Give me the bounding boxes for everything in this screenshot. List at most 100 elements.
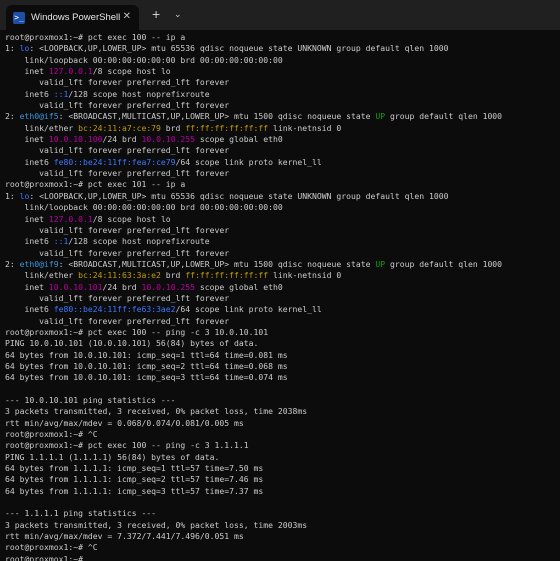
terminal-text: UP <box>375 258 386 269</box>
terminal-line: 3 packets transmitted, 3 received, 0% pa… <box>5 520 560 531</box>
terminal-text: valid_lft forever preferred_lft forever <box>5 224 230 235</box>
terminal-text: inet <box>5 213 49 224</box>
terminal-text: bc:24:11:63:3a:e2 <box>78 270 161 281</box>
terminal-text: PING 10.0.10.101 (10.0.10.101) 56(84) by… <box>5 338 259 349</box>
terminal-line: 2: eth0@if5: <BROADCAST,MULTICAST,UP,LOW… <box>5 111 560 122</box>
terminal-text: : <LOOPBACK,UP,LOWER_UP> mtu 65536 qdisc… <box>29 190 449 201</box>
terminal-text: fe80::be24:11ff:fea7:ce79 <box>53 156 176 167</box>
terminal-line: link/ether bc:24:11:a7:ce:79 brd ff:ff:f… <box>5 123 560 134</box>
terminal-text: bc:24:11:a7:ce:79 <box>78 122 161 133</box>
tab-windows-powershell[interactable]: >_ Windows PowerShell ✕ <box>6 5 139 30</box>
terminal-text: brd <box>160 122 186 133</box>
terminal-line: 64 bytes from 1.1.1.1: icmp_seq=1 ttl=57… <box>5 463 560 474</box>
terminal-line: valid_lft forever preferred_lft forever <box>5 100 560 111</box>
terminal-text: valid_lft forever preferred_lft forever <box>5 100 230 111</box>
terminal-line: inet 10.0.10.101/24 brd 10.0.10.255 scop… <box>5 282 560 293</box>
terminal-line: 64 bytes from 1.1.1.1: icmp_seq=2 ttl=57… <box>5 474 560 485</box>
terminal-text: rtt min/avg/max/mdev = 0.068/0.074/0.081… <box>5 417 244 428</box>
chevron-down-icon[interactable]: ⌄ <box>174 8 182 20</box>
terminal-text: root@proxmox1:~# pct exec 100 -- ip a <box>5 32 186 42</box>
terminal-text: root@proxmox1:~# pct exec 100 -- ping -c… <box>5 326 269 337</box>
terminal-text: link/ether <box>5 270 79 281</box>
terminal-text: scope global eth0 <box>195 281 283 292</box>
terminal-text: /64 scope link proto kernel_ll <box>175 304 322 315</box>
terminal-text: /128 scope host noprefixroute <box>68 236 210 247</box>
terminal-text: link/loopback 00:00:00:00:00:00 brd 00:0… <box>5 202 283 213</box>
terminal-line: valid_lft forever preferred_lft forever <box>5 168 560 179</box>
terminal-text: /24 brd <box>102 134 142 145</box>
terminal-line: 1: lo: <LOOPBACK,UP,LOWER_UP> mtu 65536 … <box>5 191 560 202</box>
terminal-text: /64 scope link proto kernel_ll <box>175 156 322 167</box>
terminal-text: --- 10.0.10.101 ping statistics --- <box>5 395 176 405</box>
terminal-text: ff:ff:ff:ff:ff:ff <box>185 122 269 133</box>
terminal-text: inet6 <box>5 88 54 99</box>
terminal-line: valid_lft forever preferred_lft forever <box>5 248 560 259</box>
terminal-line: inet 127.0.0.1/8 scope host lo <box>5 66 560 77</box>
terminal-line: 64 bytes from 1.1.1.1: icmp_seq=3 ttl=57… <box>5 486 560 497</box>
terminal-window: >_ Windows PowerShell ✕ + ⌄ root@proxmox… <box>0 0 560 561</box>
terminal-text: link-netnsid 0 <box>268 270 342 281</box>
terminal-line: PING 10.0.10.101 (10.0.10.101) 56(84) by… <box>5 338 560 349</box>
terminal-text: lo <box>19 43 30 54</box>
terminal-line: 3 packets transmitted, 3 received, 0% pa… <box>5 406 560 417</box>
title-bar: >_ Windows PowerShell ✕ + ⌄ <box>0 0 560 30</box>
terminal-text: 2: <box>5 258 20 269</box>
terminal-text: : <LOOPBACK,UP,LOWER_UP> mtu 65536 qdisc… <box>29 43 449 54</box>
terminal-text: root@proxmox1:~# ^C <box>5 542 98 553</box>
terminal-line: 1: lo: <LOOPBACK,UP,LOWER_UP> mtu 65536 … <box>5 43 560 54</box>
terminal-text: lo <box>19 190 30 201</box>
terminal-line: link/loopback 00:00:00:00:00:00 brd 00:0… <box>5 55 560 66</box>
terminal-text: /128 scope host noprefixroute <box>68 88 210 99</box>
terminal-text: inet6 <box>5 304 54 315</box>
terminal-text: 127.0.0.1 <box>48 66 93 77</box>
terminal-text: root@proxmox1:~# pct exec 101 -- ip a <box>5 179 186 190</box>
terminal-line: root@proxmox1:~# pct exec 100 -- ip a <box>5 32 560 43</box>
terminal-line: link/ether bc:24:11:63:3a:e2 brd ff:ff:f… <box>5 270 560 281</box>
terminal-line: root@proxmox1:~# <box>5 554 560 561</box>
terminal-line: inet 10.0.10.100/24 brd 10.0.10.255 scop… <box>5 134 560 145</box>
terminal-text: valid_lft forever preferred_lft forever <box>5 247 230 258</box>
terminal-text: rtt min/avg/max/mdev = 7.372/7.441/7.496… <box>5 531 244 542</box>
terminal-text: link/ether <box>5 122 79 133</box>
terminal-line: 2: eth0@if9: <BROADCAST,MULTICAST,UP,LOW… <box>5 259 560 270</box>
terminal-output[interactable]: root@proxmox1:~# pct exec 100 -- ip a 1: … <box>5 32 560 561</box>
terminal-text: ::1 <box>53 236 69 247</box>
terminal-text: /8 scope host lo <box>92 213 171 224</box>
terminal-line: root@proxmox1:~# pct exec 101 -- ip a <box>5 179 560 190</box>
terminal-line: inet6 ::1/128 scope host noprefixroute <box>5 89 560 100</box>
terminal-text: valid_lft forever preferred_lft forever <box>5 292 230 303</box>
terminal-line: valid_lft forever preferred_lft forever <box>5 77 560 88</box>
terminal-text: ff:ff:ff:ff:ff:ff <box>185 270 269 281</box>
terminal-text: 64 bytes from 10.0.10.101: icmp_seq=2 tt… <box>5 360 288 371</box>
terminal-text: valid_lft forever preferred_lft forever <box>5 77 230 88</box>
terminal-text: 3 packets transmitted, 3 received, 0% pa… <box>5 519 308 530</box>
terminal-line: root@proxmox1:~# ^C <box>5 429 560 440</box>
terminal-text: fe80::be24:11ff:fe63:3ae2 <box>53 304 176 315</box>
terminal-line: valid_lft forever preferred_lft forever <box>5 316 560 327</box>
terminal-text: UP <box>375 111 386 122</box>
terminal-text: 10.0.10.255 <box>141 281 196 292</box>
terminal-text: link-netnsid 0 <box>268 122 342 133</box>
terminal-text: inet <box>5 281 49 292</box>
terminal-text: group default qlen 1000 <box>385 258 503 269</box>
terminal-line: rtt min/avg/max/mdev = 0.068/0.074/0.081… <box>5 418 560 429</box>
new-tab-button[interactable]: + <box>152 6 160 22</box>
terminal-text: 64 bytes from 1.1.1.1: icmp_seq=3 ttl=57… <box>5 485 264 496</box>
terminal-text: --- 1.1.1.1 ping statistics --- <box>5 508 157 519</box>
terminal-text: inet6 <box>5 236 54 247</box>
close-icon[interactable]: ✕ <box>123 11 131 23</box>
terminal-line: 64 bytes from 10.0.10.101: icmp_seq=2 tt… <box>5 361 560 372</box>
terminal-line: rtt min/avg/max/mdev = 7.372/7.441/7.496… <box>5 531 560 542</box>
terminal-text: 10.0.10.255 <box>141 134 196 145</box>
terminal-line: root@proxmox1:~# pct exec 100 -- ping -c… <box>5 440 560 451</box>
terminal-text: : <BROADCAST,MULTICAST,UP,LOWER_UP> mtu … <box>58 258 376 269</box>
tab-title: Windows PowerShell <box>31 12 121 23</box>
terminal-text: valid_lft forever preferred_lft forever <box>5 315 230 326</box>
terminal-text: 2: <box>5 111 20 122</box>
powershell-icon: >_ <box>13 11 25 24</box>
terminal-line: 64 bytes from 10.0.10.101: icmp_seq=1 tt… <box>5 350 560 361</box>
terminal-text: root@proxmox1:~# pct exec 100 -- ping -c… <box>5 440 249 451</box>
terminal-text: ::1 <box>53 88 69 99</box>
